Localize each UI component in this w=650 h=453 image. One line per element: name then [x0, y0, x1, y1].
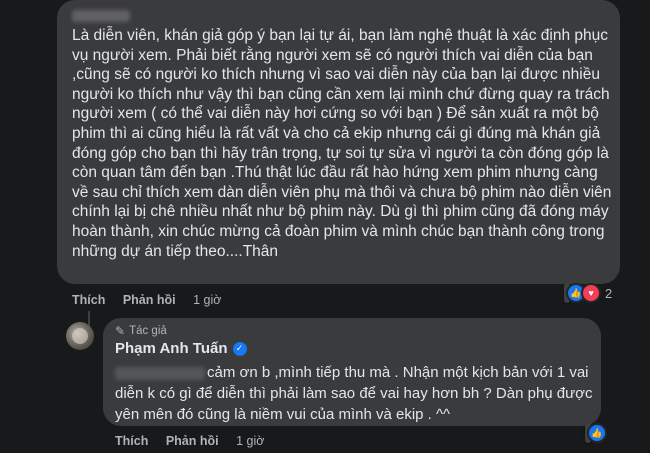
comment-actions: Thích Phản hồi 1 giờ	[72, 293, 235, 307]
reply-actions: Thích Phản hồi 1 giờ	[115, 434, 278, 448]
reply-like-link[interactable]: Thích	[115, 434, 148, 448]
reply-author: Phạm Anh Tuấn ✓	[115, 340, 247, 357]
reply-time[interactable]: 1 giờ	[236, 434, 264, 448]
avatar[interactable]	[66, 322, 94, 350]
verified-icon: ✓	[232, 341, 247, 356]
reaction-count: 2	[605, 285, 613, 301]
reply-author-name[interactable]: Phạm Anh Tuấn	[115, 340, 228, 357]
reply-link[interactable]: Phản hồi	[123, 293, 176, 307]
reply-reply-link[interactable]: Phản hồi	[166, 434, 219, 448]
like-link[interactable]: Thích	[72, 293, 105, 307]
pen-icon: ✎	[115, 324, 126, 338]
comment-time[interactable]: 1 giờ	[193, 293, 221, 307]
author-badge: ✎ Tác giả	[115, 324, 167, 338]
author-tag-label: Tác giả	[129, 325, 167, 337]
like-icon: 👍	[587, 423, 607, 443]
reply-text: cảm ơn b ,mình tiếp thu mà . Nhận một kị…	[115, 364, 593, 423]
comment-reactions[interactable]: 👍 ♥ 2	[564, 283, 612, 303]
comment-text: Là diễn viên, khán giả góp ý bạn lại tự …	[72, 27, 616, 260]
reply-reactions[interactable]: 👍	[585, 423, 607, 443]
commenter-name-blurred	[72, 10, 130, 22]
heart-icon: ♥	[581, 283, 601, 303]
